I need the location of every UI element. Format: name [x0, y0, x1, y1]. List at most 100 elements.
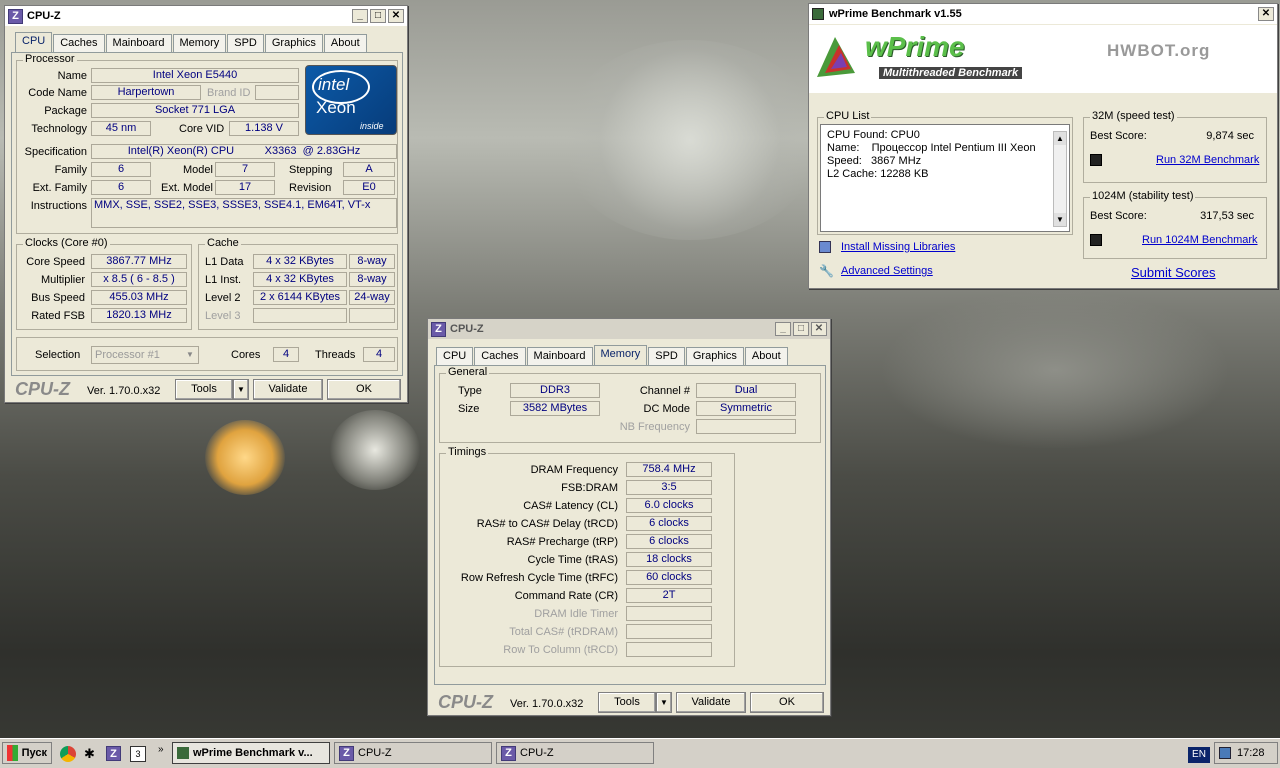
quicklaunch-more-icon[interactable]: »: [158, 744, 164, 755]
l1inst-label: L1 Inst.: [205, 274, 242, 286]
corespeed-value: 3867.77 MHz: [91, 254, 187, 269]
submit-scores-link[interactable]: Submit Scores: [1131, 265, 1216, 280]
fsb-dram-value: 3:5: [626, 480, 712, 495]
taskbar-item-cpuz-1[interactable]: Z CPU-Z: [334, 742, 492, 764]
wprime-app-icon: [177, 747, 189, 759]
timings-group: Timings DRAM Frequency 758.4 MHz FSB:DRA…: [439, 446, 735, 667]
size-label: Size: [458, 403, 480, 415]
cpuz-brand: CPU-Z: [438, 692, 493, 712]
taskbar: Пуск ✱ Z 3 » wPrime Benchmark v... Z CPU…: [0, 738, 1280, 768]
system-tray: 17:28: [1214, 742, 1278, 764]
save-icon[interactable]: [1090, 234, 1102, 246]
wprime-header: wPrime Multithreaded Benchmark HWBOT.org: [809, 25, 1277, 93]
tools-button[interactable]: Tools: [598, 692, 656, 713]
tab-mainboard[interactable]: Mainboard: [526, 347, 593, 365]
start-button[interactable]: Пуск: [2, 742, 52, 764]
cpuz-quicklaunch-icon[interactable]: Z: [106, 746, 121, 761]
ratedfsb-label: Rated FSB: [31, 310, 85, 322]
trp-label: RAS# Precharge (tRP): [506, 536, 618, 548]
cpuz-app-icon: Z: [431, 321, 446, 337]
wprime-subtitle: Multithreaded Benchmark: [879, 67, 1023, 79]
wprime-titlebar[interactable]: wPrime Benchmark v1.55 ✕: [809, 4, 1277, 24]
chrome-icon[interactable]: [60, 746, 76, 762]
taskbar-item-label: CPU-Z: [358, 747, 392, 759]
brandid-value: [255, 85, 299, 100]
tools-dropdown-icon[interactable]: ▼: [656, 692, 672, 713]
taskbar-item-label: CPU-Z: [520, 747, 554, 759]
tools-button[interactable]: Tools: [175, 379, 233, 400]
close-icon[interactable]: ✕: [388, 9, 404, 23]
tab-memory[interactable]: Memory: [593, 345, 648, 365]
cpuz-cpu-titlebar[interactable]: Z CPU-Z _ □ ✕: [5, 6, 407, 26]
cpu-list-line: Speed: 3867 MHz: [827, 155, 922, 167]
trcd-value: 6 clocks: [626, 516, 712, 531]
scroll-down-icon[interactable]: ▼: [1054, 213, 1066, 226]
test-1024m-legend: 1024M (stability test): [1090, 190, 1196, 202]
save-icon[interactable]: [1090, 154, 1102, 166]
validate-button[interactable]: Validate: [253, 379, 323, 400]
cpu-tab-panel: Processor Name Intel Xeon E5440 Code Nam…: [11, 52, 403, 376]
tab-caches[interactable]: Caches: [53, 34, 105, 52]
wprime-logo-icon: [817, 37, 855, 77]
tab-memory[interactable]: Memory: [172, 34, 227, 52]
minimize-icon[interactable]: _: [775, 322, 791, 336]
cpuz-memory-titlebar[interactable]: Z CPU-Z _ □ ✕: [428, 319, 830, 339]
technology-value: 45 nm: [91, 121, 151, 136]
run-1024m-link[interactable]: Run 1024M Benchmark: [1142, 234, 1258, 246]
clock: 17:28: [1237, 747, 1265, 759]
cpu-list-line: Name: Процессор Intel Pentium III Xeon: [827, 142, 1036, 154]
level3-label: Level 3: [205, 310, 241, 322]
cpuz-brand: CPU-Z: [15, 379, 70, 399]
tab-graphics[interactable]: Graphics: [264, 34, 323, 52]
advanced-settings-link[interactable]: Advanced Settings: [841, 265, 933, 277]
tab-cpu[interactable]: CPU: [15, 32, 53, 52]
minimize-icon[interactable]: _: [352, 9, 368, 23]
chevron-down-icon[interactable]: ▼: [183, 348, 197, 362]
revision-label: Revision: [289, 182, 332, 194]
close-icon[interactable]: ✕: [1258, 7, 1274, 21]
best-score-label: Best Score:: [1090, 130, 1147, 142]
ok-button[interactable]: OK: [750, 692, 824, 713]
l1data-value: 4 x 32 KBytes: [253, 254, 347, 269]
cas-latency-label: CAS# Latency (CL): [523, 500, 618, 512]
test-1024m-group: 1024M (stability test) Best Score: 317,5…: [1083, 190, 1267, 259]
cpu-list-group: CPU List CPU Found: CPU0 Name: Процессор…: [817, 110, 1073, 235]
general-legend: General: [446, 366, 490, 378]
bug-icon[interactable]: ✱: [84, 746, 100, 762]
run-32m-link[interactable]: Run 32M Benchmark: [1156, 154, 1259, 166]
command-rate-label: Command Rate (CR): [514, 590, 618, 602]
language-indicator[interactable]: EN: [1188, 747, 1210, 763]
network-icon[interactable]: [1219, 747, 1231, 759]
ok-button[interactable]: OK: [327, 379, 401, 400]
calendar-icon[interactable]: 3: [130, 746, 146, 762]
threads-label: Threads: [315, 349, 356, 361]
close-icon[interactable]: ✕: [811, 322, 827, 336]
trcd-label: RAS# to CAS# Delay (tRCD): [476, 518, 618, 530]
tools-dropdown-icon[interactable]: ▼: [233, 379, 249, 400]
cache-group: Cache L1 Data 4 x 32 KBytes 8-way L1 Ins…: [198, 237, 398, 330]
dcmode-label: DC Mode: [643, 403, 690, 415]
tab-graphics[interactable]: Graphics: [685, 347, 744, 365]
tab-about[interactable]: About: [744, 347, 788, 365]
taskbar-item-wprime[interactable]: wPrime Benchmark v...: [172, 742, 330, 764]
scroll-up-icon[interactable]: ▲: [1054, 132, 1066, 145]
tab-cpu[interactable]: CPU: [436, 347, 474, 365]
windows-flag-icon: [7, 745, 18, 761]
channel-value: Dual: [696, 383, 796, 398]
scrollbar[interactable]: ▲ ▼: [1053, 131, 1067, 227]
tab-caches[interactable]: Caches: [474, 347, 526, 365]
tab-spd[interactable]: SPD: [648, 347, 685, 365]
tab-about[interactable]: About: [323, 34, 367, 52]
validate-button[interactable]: Validate: [676, 692, 746, 713]
taskbar-item-cpuz-2[interactable]: Z CPU-Z: [496, 742, 654, 764]
tab-mainboard[interactable]: Mainboard: [105, 34, 172, 52]
tras-label: Cycle Time (tRAS): [527, 554, 618, 566]
best-score-label: Best Score:: [1090, 210, 1147, 222]
tab-spd[interactable]: SPD: [227, 34, 264, 52]
maximize-icon[interactable]: □: [793, 322, 809, 336]
package-value: Socket 771 LGA: [91, 103, 299, 118]
maximize-icon[interactable]: □: [370, 9, 386, 23]
test-32m-group: 32M (speed test) Best Score: 9,874 sec R…: [1083, 110, 1267, 183]
install-libraries-link[interactable]: Install Missing Libraries: [841, 241, 955, 253]
clocks-legend: Clocks (Core #0): [23, 237, 110, 249]
